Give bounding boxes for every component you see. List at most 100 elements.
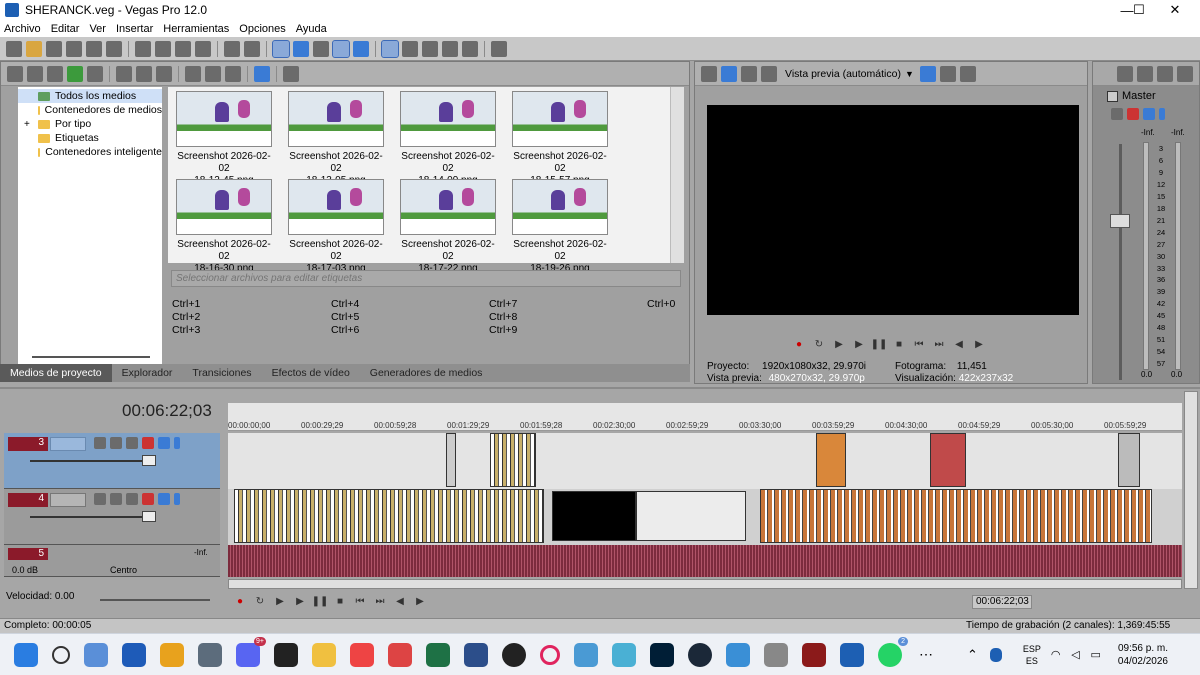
track-level-slider[interactable] (30, 460, 156, 462)
capture-icon[interactable] (27, 65, 43, 82)
video-clip[interactable] (234, 489, 544, 543)
close-button[interactable]: ✕ (1158, 0, 1192, 20)
snapping-icon[interactable] (381, 39, 399, 58)
play-icon[interactable]: ▶ (293, 595, 307, 607)
tab-media-generators[interactable]: Generadores de medios (360, 367, 493, 379)
loop-icon[interactable]: ↻ (253, 595, 267, 607)
dim-icon[interactable] (1177, 65, 1193, 82)
settings-icon[interactable] (198, 642, 222, 667)
play-media-icon[interactable] (185, 65, 201, 82)
lock-envelopes-icon[interactable] (353, 40, 369, 57)
record-icon[interactable]: ● (233, 595, 247, 607)
thumbnail-item[interactable]: Screenshot 2026-02-0218-15-57.png (510, 91, 610, 187)
track-pan-icon[interactable] (126, 437, 138, 449)
preview-quality-dropdown[interactable]: Vista previa (automático) (785, 68, 901, 80)
discord-icon[interactable]: 9+ (236, 636, 266, 667)
enable-snapping-icon[interactable] (442, 40, 458, 57)
tab-project-media[interactable]: Medios de proyecto (0, 364, 112, 382)
master-solo-icon[interactable] (1159, 108, 1165, 120)
next-frame-icon[interactable]: ▶ (413, 595, 427, 607)
tree-item-tags[interactable]: Etiquetas (18, 131, 162, 145)
video-clip[interactable] (816, 433, 846, 487)
globe-icon[interactable] (574, 642, 598, 667)
pause-icon[interactable]: ❚❚ (871, 338, 888, 350)
prev-frame-icon[interactable]: ◀ (952, 338, 966, 350)
copy-icon[interactable] (155, 40, 171, 57)
tree-scrollbar[interactable] (32, 356, 150, 358)
track-fx-icon[interactable] (142, 437, 154, 449)
velocity-slider[interactable] (100, 599, 210, 601)
zoom-tool-icon[interactable] (422, 40, 438, 57)
track-lane-3[interactable] (228, 433, 1182, 489)
thumbnail-item[interactable]: Screenshot 2026-02-0218-12-45.png (174, 91, 274, 187)
track-lane-4[interactable] (228, 489, 1182, 545)
save-icon[interactable] (46, 40, 62, 57)
video-clip[interactable] (1118, 433, 1140, 487)
online-icon[interactable] (67, 65, 83, 82)
snipping-tool-icon[interactable] (350, 642, 374, 667)
thumbnail-item[interactable]: Screenshot 2026-02-02 18-17-03.png (286, 179, 386, 275)
menu-editar[interactable]: Editar (51, 23, 80, 35)
file-explorer-icon[interactable] (312, 642, 336, 667)
app-icon[interactable] (388, 642, 412, 667)
thumbnail-item[interactable]: Screenshot 2026-02-0218-13-05.png (286, 91, 386, 187)
chevron-down-icon[interactable]: ▼ (905, 69, 914, 79)
master-fx-icon[interactable] (1127, 108, 1139, 120)
language-indicator[interactable]: ESP ES (1023, 643, 1041, 667)
open-icon[interactable] (26, 40, 42, 57)
track-solo-icon[interactable] (174, 493, 180, 505)
thumbnail-item[interactable]: Screenshot 2026-02-02 18-17-22.png (398, 179, 498, 275)
stop-icon[interactable]: ■ (892, 338, 906, 350)
menu-ayuda[interactable]: Ayuda (296, 23, 327, 35)
redo-icon[interactable] (244, 40, 260, 57)
expand-icon[interactable]: + (24, 119, 30, 130)
copy-snapshot-icon[interactable] (939, 65, 956, 82)
properties-icon[interactable] (106, 40, 122, 57)
track-name-field[interactable] (50, 493, 86, 507)
stop-icon[interactable]: ■ (333, 595, 347, 607)
next-frame-icon[interactable]: ▶ (972, 338, 986, 350)
undo-icon[interactable] (224, 40, 240, 57)
more-apps-icon[interactable]: ⋯ (919, 646, 933, 663)
app-icon[interactable] (764, 642, 788, 667)
photos-icon[interactable] (612, 642, 636, 667)
track-level-handle[interactable] (142, 511, 156, 522)
pause-icon[interactable]: ❚❚ (312, 595, 329, 607)
notepad-icon[interactable] (122, 642, 146, 667)
track-motion-icon[interactable] (94, 437, 106, 449)
mixer-icon[interactable] (1137, 65, 1153, 82)
app-icon[interactable] (802, 642, 826, 667)
external-monitor-icon[interactable] (721, 65, 737, 82)
menu-opciones[interactable]: Opciones (239, 23, 285, 35)
play-icon[interactable]: ▶ (852, 338, 866, 350)
go-to-start-icon[interactable]: ⏮ (353, 595, 367, 607)
vegas-icon[interactable] (840, 642, 864, 667)
track-motion-icon[interactable] (94, 493, 106, 505)
what-is-this-icon[interactable] (491, 40, 507, 57)
play-from-start-icon[interactable]: ▶ (832, 338, 846, 350)
tab-explorer[interactable]: Explorador (112, 367, 183, 379)
normal-edit-tool-icon[interactable] (272, 39, 290, 58)
overlays-icon[interactable] (919, 65, 936, 82)
tree-item-smart-bins[interactable]: Contenedores inteligente (18, 145, 162, 159)
menu-herramientas[interactable]: Herramientas (163, 23, 229, 35)
loop-icon[interactable]: ↻ (812, 338, 826, 350)
video-clip[interactable] (446, 433, 456, 487)
paste-icon[interactable] (175, 40, 191, 57)
track-mute-icon[interactable] (158, 437, 170, 449)
media-fx-icon[interactable] (136, 65, 152, 82)
views-icon[interactable] (254, 65, 270, 82)
tag-edit-input[interactable] (171, 270, 681, 287)
track-composite-icon[interactable] (110, 493, 122, 505)
delete-icon[interactable] (195, 40, 211, 57)
opera-icon[interactable] (540, 644, 560, 665)
auto-crossfade-icon[interactable] (402, 40, 418, 57)
track-level-slider[interactable] (30, 516, 156, 518)
thumbnail-item[interactable]: Screenshot 2026-02-0218-14-09.png (398, 91, 498, 187)
tree-item-by-type[interactable]: + Por tipo (18, 117, 162, 131)
master-pan-icon[interactable] (1111, 108, 1123, 120)
track-lane-5-audio[interactable] (228, 545, 1182, 577)
whatsapp-icon[interactable]: 2 (878, 636, 908, 667)
bluetooth-icon[interactable] (989, 647, 1002, 662)
preview-properties-icon[interactable] (701, 65, 717, 82)
